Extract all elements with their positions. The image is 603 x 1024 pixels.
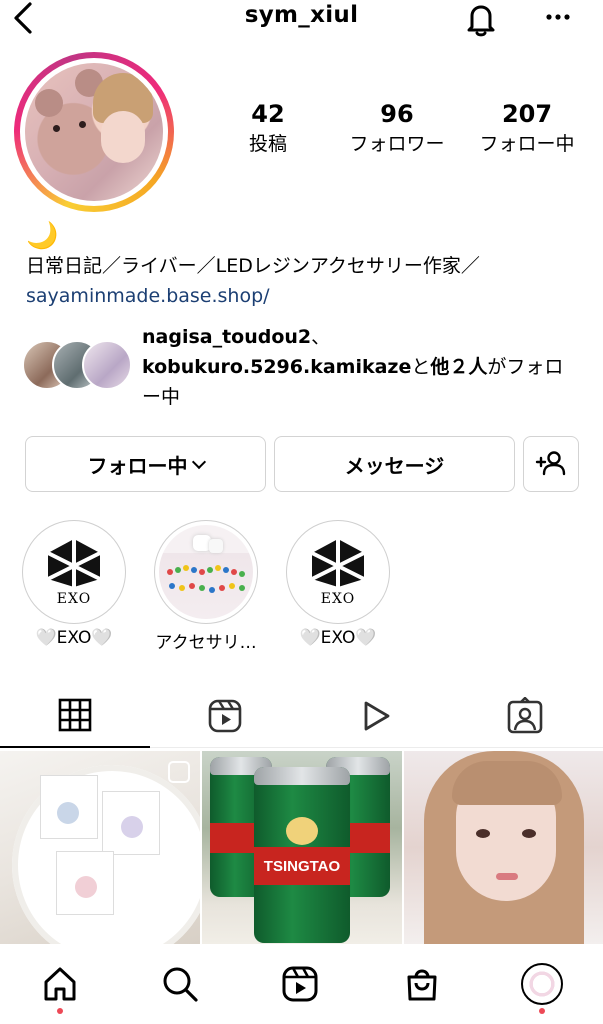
- highlight-exo-1[interactable]: EXO 🤍EXO🤍: [22, 520, 126, 648]
- can-brand-text: TSINGTAO: [263, 857, 341, 875]
- multi-photo-icon: [168, 761, 190, 783]
- avatar-photo: [25, 63, 163, 201]
- top-bar: sym_xiul: [0, 0, 603, 40]
- posts-grid: TSINGTAO: [0, 751, 603, 946]
- following-count: 207: [501, 100, 553, 128]
- posts-count: 42: [251, 100, 285, 128]
- reels-icon: [208, 699, 242, 733]
- highlight-accessories[interactable]: アクセサリ…: [154, 520, 258, 653]
- nav-shop[interactable]: [400, 962, 444, 1006]
- following-label: フォロー中: [479, 133, 575, 155]
- notifications-button[interactable]: [462, 0, 500, 38]
- grid-icon: [58, 698, 92, 732]
- highlight-label: 🤍EXO🤍: [299, 628, 377, 648]
- nav-home[interactable]: [38, 962, 82, 1006]
- profile-avatar-icon: [521, 963, 563, 1005]
- post-thumbnail-earrings[interactable]: [0, 751, 200, 944]
- moon-emoji: 🌙: [26, 221, 59, 251]
- play-icon: [364, 701, 390, 731]
- exo-logo-text: EXO: [56, 591, 92, 607]
- highlight-label: アクセサリ…: [155, 633, 257, 653]
- reels-icon: [282, 966, 318, 1002]
- nav-reels[interactable]: [278, 962, 322, 1006]
- nav-profile[interactable]: [520, 962, 564, 1006]
- post-thumbnail-selfie[interactable]: [404, 751, 603, 944]
- mutual-user-1[interactable]: nagisa_toudou2: [142, 326, 311, 348]
- following-button-label: フォロー中: [87, 453, 188, 478]
- search-icon: [163, 967, 198, 1002]
- tagged-icon: [507, 697, 543, 734]
- exo-logo-icon: EXO: [27, 525, 121, 619]
- followers-label: フォロワー: [349, 133, 445, 155]
- profile-tabs: [0, 684, 603, 748]
- profile-username: sym_xiul: [244, 2, 359, 28]
- message-button[interactable]: メッセージ: [274, 436, 515, 492]
- more-options-button[interactable]: [540, 2, 576, 32]
- nav-search[interactable]: [158, 962, 202, 1006]
- stat-following[interactable]: 207 フォロー中: [470, 100, 584, 158]
- stat-followers[interactable]: 96 フォロワー: [338, 100, 456, 158]
- followers-count: 96: [380, 100, 414, 128]
- stat-posts[interactable]: 42 投稿: [232, 100, 304, 158]
- posts-label: 投稿: [248, 133, 287, 155]
- tab-grid[interactable]: [0, 684, 150, 748]
- mutual-separator: 、: [311, 326, 331, 348]
- home-icon: [44, 967, 76, 1001]
- profile-link[interactable]: sayaminmade.base.shop/: [26, 282, 270, 310]
- add-person-icon: [535, 451, 566, 476]
- tab-video[interactable]: [300, 684, 450, 748]
- profile-notification-dot: [539, 1008, 545, 1014]
- profile-avatar[interactable]: [14, 52, 174, 212]
- highlight-exo-2[interactable]: EXO 🤍EXO🤍: [286, 520, 390, 648]
- home-notification-dot: [57, 1008, 63, 1014]
- mutual-followers-text[interactable]: nagisa_toudou2、 kobukuro.5296.kamikazeと他…: [142, 322, 582, 412]
- exo-logo-text: EXO: [320, 591, 356, 607]
- chevron-down-icon: [191, 454, 206, 470]
- shop-icon: [407, 969, 437, 1001]
- post-thumbnail-beer[interactable]: TSINGTAO: [202, 751, 402, 944]
- more-horizontal-icon: [546, 14, 570, 20]
- profile-bio: 日常日記／ライバー／LEDレジンアクセサリー作家／: [26, 255, 480, 277]
- bell-icon: [467, 5, 495, 37]
- mutual-user-2[interactable]: kobukuro.5296.kamikaze: [142, 356, 411, 378]
- tab-tagged[interactable]: [450, 684, 600, 748]
- add-user-button[interactable]: [523, 436, 579, 492]
- mutual-others[interactable]: 他２人: [430, 356, 487, 378]
- accessories-thumbnail: [159, 525, 253, 619]
- following-button[interactable]: フォロー中: [25, 436, 266, 492]
- mutual-avatar: [82, 340, 132, 390]
- exo-logo-icon: EXO: [291, 525, 385, 619]
- bottom-navigation: [0, 950, 603, 1024]
- message-button-label: メッセージ: [344, 453, 445, 478]
- highlight-label: 🤍EXO🤍: [35, 628, 113, 648]
- tab-reels[interactable]: [150, 684, 300, 748]
- mutual-followers-avatars[interactable]: [22, 340, 132, 394]
- mutual-and: と: [411, 356, 431, 378]
